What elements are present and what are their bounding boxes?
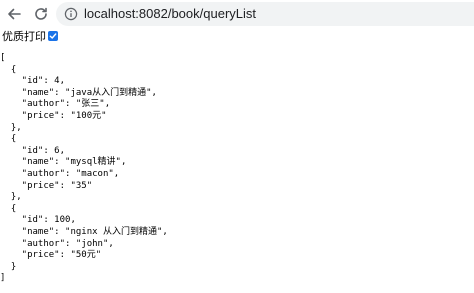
json-line: "id": 6, — [0, 145, 66, 156]
json-line: "name": "java从入门到精通", — [0, 87, 157, 98]
reload-icon — [35, 7, 47, 20]
json-line: }, — [0, 122, 22, 133]
address-bar[interactable]: localhost:8082/book/queryList — [56, 2, 474, 26]
arrow-left-icon — [8, 8, 21, 20]
json-line: ] — [0, 273, 6, 284]
json-line: { — [0, 203, 17, 214]
json-line: "author": "张三", — [0, 99, 111, 110]
reload-button[interactable] — [31, 4, 51, 24]
json-line: "price": "100元" — [0, 110, 107, 121]
pretty-print-row: 优质打印 — [0, 28, 58, 44]
json-line: "id": 100, — [0, 215, 76, 226]
json-line: "id": 4, — [0, 76, 66, 87]
json-response-body: [ { "id": 4, "name": "java从入门到精通", "auth… — [0, 53, 168, 285]
checkmark-icon — [49, 33, 57, 39]
browser-toolbar: localhost:8082/book/queryList — [0, 0, 474, 28]
json-line: } — [0, 261, 17, 272]
json-line: "name": "nginx 从入门到精通", — [0, 226, 168, 237]
info-icon[interactable] — [64, 7, 78, 21]
json-line: "price": "35" — [0, 180, 93, 191]
json-line: "author": "john", — [0, 238, 114, 249]
json-line: { — [0, 134, 17, 145]
pretty-print-checkbox[interactable] — [48, 31, 58, 41]
back-button[interactable] — [4, 4, 24, 24]
json-line: "author": "macon", — [0, 168, 120, 179]
pretty-print-label: 优质打印 — [2, 30, 46, 43]
url-text[interactable]: localhost:8082/book/queryList — [84, 6, 256, 21]
json-line: { — [0, 64, 17, 75]
json-line: }, — [0, 192, 22, 203]
json-line: "price": "50元" — [0, 250, 102, 261]
json-line: "name": "mysql精讲", — [0, 157, 127, 168]
json-line: [ — [0, 53, 6, 63]
